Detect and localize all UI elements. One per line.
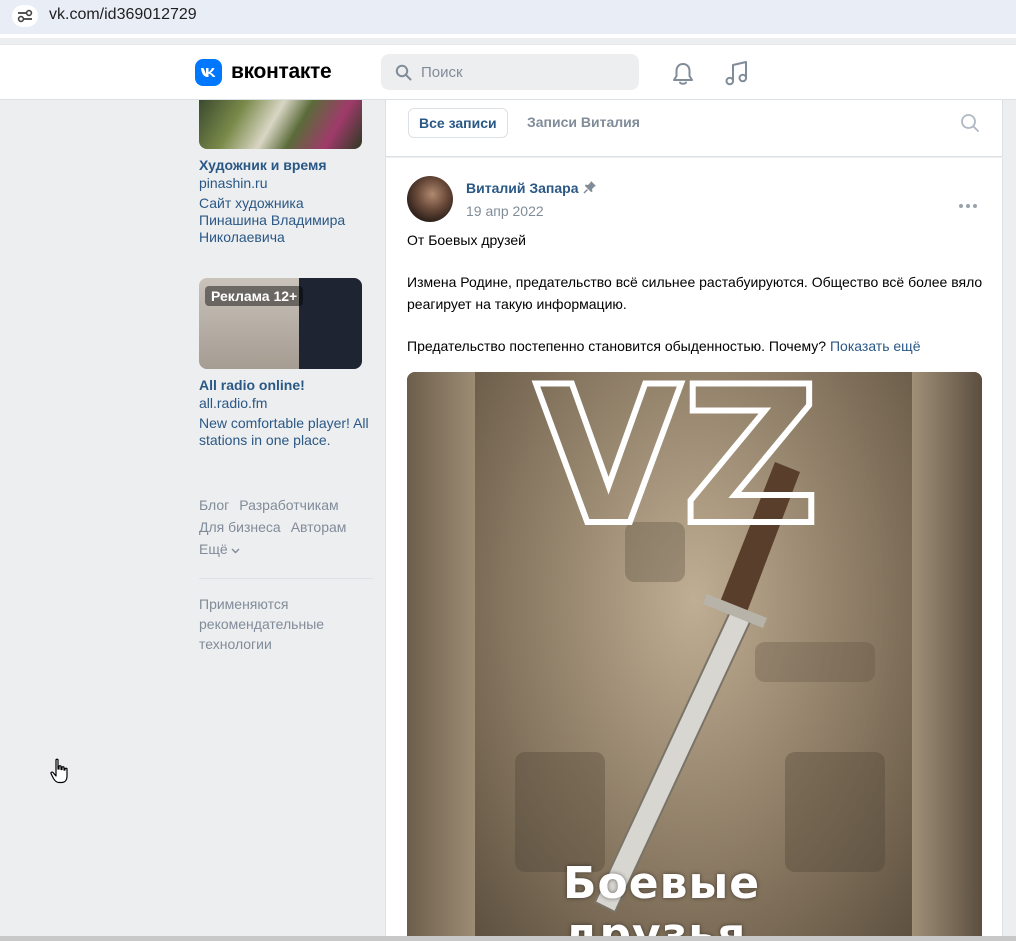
footer-divider — [199, 578, 373, 579]
search-icon[interactable] — [960, 113, 980, 136]
hand-cursor-icon — [50, 758, 68, 787]
footer-link-blog[interactable]: Блог — [199, 497, 229, 513]
bell-icon[interactable] — [670, 61, 696, 90]
vk-logo-icon[interactable] — [195, 59, 222, 86]
search-input[interactable] — [421, 54, 621, 90]
bottom-scroll-bar — [0, 936, 1016, 941]
search-icon — [395, 64, 412, 84]
tab-owner-posts[interactable]: Записи Виталия — [527, 108, 640, 138]
vk-header: вконтакте — [0, 44, 1016, 100]
footer-links: Блог Разработчикам Для бизнеса Авторам Ещё — [199, 494, 374, 560]
browser-address-bar: vk.com/id369012729 — [0, 0, 1016, 38]
url-text[interactable]: vk.com/id369012729 — [49, 6, 197, 24]
ad-image-radio[interactable]: Реклама 12+ — [199, 278, 362, 369]
site-info-icon[interactable] — [12, 5, 38, 27]
ad-description[interactable]: New comfortable player! All stations in … — [199, 415, 369, 449]
post-image-main: VZ Боевые друзья — [475, 372, 912, 941]
ad-label: Реклама 12+ — [205, 286, 304, 306]
post-image-blur-right — [912, 372, 982, 941]
more-icon[interactable] — [958, 196, 978, 212]
show-more-link[interactable]: Показать ещё — [830, 338, 921, 354]
tab-all-posts[interactable]: Все записи — [408, 108, 508, 138]
post-image-caption: Боевые друзья — [563, 858, 761, 941]
footer-link-business[interactable]: Для бизнеса — [199, 519, 281, 535]
search-box[interactable] — [381, 54, 639, 90]
ad-image-painting[interactable] — [199, 100, 362, 149]
footer-link-more-label: Ещё — [199, 541, 228, 557]
ad-title[interactable]: All radio online! — [199, 377, 305, 393]
footer-link-authors[interactable]: Авторам — [291, 519, 347, 535]
music-icon[interactable] — [724, 59, 750, 90]
ad-domain[interactable]: pinashin.ru — [199, 175, 268, 191]
footer-link-developers[interactable]: Разработчикам — [239, 497, 338, 513]
post-text-body: Измена Родине, предательство всё сильнее… — [407, 274, 983, 312]
ad-description[interactable]: Сайт художника Пинашина Владимира Никола… — [199, 195, 369, 246]
post-card: Виталий Запара 19 апр 2022 От Боевых дру… — [385, 158, 1003, 941]
pin-icon — [583, 180, 597, 197]
post-date[interactable]: 19 апр 2022 — [466, 203, 544, 219]
vk-wordmark[interactable]: вконтакте — [231, 60, 332, 84]
post-text-intro: От Боевых друзей — [407, 232, 527, 248]
post-author[interactable]: Виталий Запара — [466, 180, 579, 196]
ad-image-player — [299, 278, 362, 369]
post-image-blur-left — [407, 372, 475, 941]
footer-link-more[interactable]: Ещё — [199, 541, 240, 557]
chevron-down-icon — [231, 548, 240, 554]
recommendation-note: Применяются рекомендательные технологии — [199, 596, 325, 652]
avatar[interactable] — [407, 176, 453, 222]
ad-domain[interactable]: all.radio.fm — [199, 395, 267, 411]
ad-title[interactable]: Художник и время — [199, 157, 327, 173]
post-image-vz-letters: VZ — [535, 372, 820, 567]
wall-tabs: Все записи Записи Виталия — [385, 100, 1003, 157]
post-image[interactable]: VZ Боевые друзья — [407, 372, 982, 941]
post-image-art: VZ — [515, 372, 885, 914]
post-text-question: Предательство постепенно становится обыд… — [407, 335, 987, 357]
post-text-question-label: Предательство постепенно становится обыд… — [407, 338, 827, 354]
